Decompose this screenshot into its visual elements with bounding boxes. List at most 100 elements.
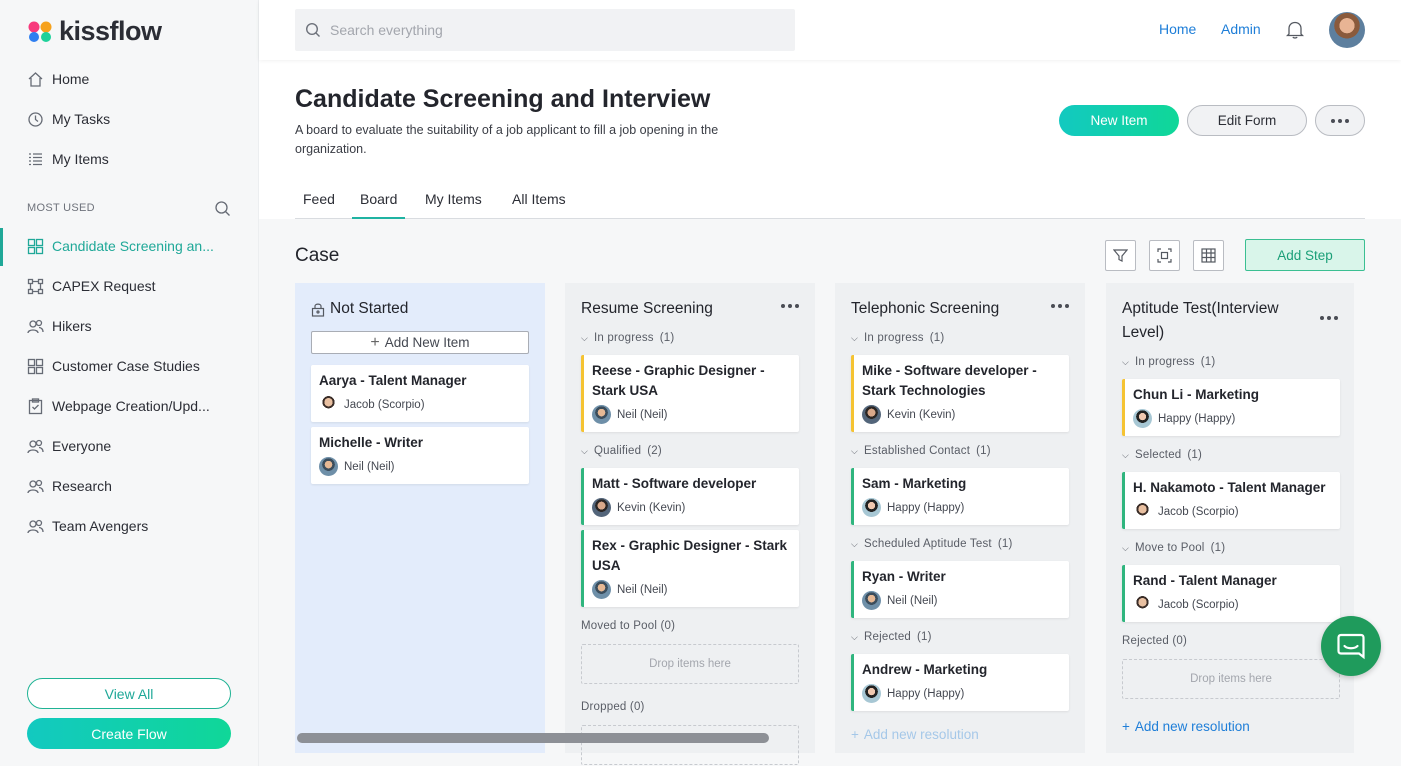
search-icon (305, 22, 320, 37)
tab-my-items[interactable]: My Items (425, 191, 482, 217)
sidebar-item-team-avengers[interactable]: Team Avengers (27, 515, 148, 537)
group-label[interactable]: ⌵ Qualified (2) (581, 445, 662, 457)
more-options-button[interactable] (1315, 105, 1365, 136)
nav-my-items[interactable]: My Items (27, 148, 109, 170)
sidebar-item-customer-case-studies[interactable]: Customer Case Studies (27, 355, 200, 377)
chat-icon (1337, 633, 1365, 660)
card-title: Rand - Talent Manager (1133, 573, 1277, 588)
add-new-item-button[interactable]: + Add New Item (311, 331, 529, 354)
group-count: (0) (1172, 635, 1188, 647)
sidebar-search-icon[interactable] (214, 200, 231, 222)
sidebar: kissflow Home My Tasks My Items MOST USE… (0, 0, 259, 766)
horizontal-scrollbar[interactable] (297, 733, 769, 743)
group-name: Scheduled Aptitude Test (864, 538, 992, 550)
clipboard-icon (28, 397, 43, 414)
sidebar-item-webpage-creation[interactable]: Webpage Creation/Upd... (27, 395, 210, 417)
edit-form-button[interactable]: Edit Form (1187, 105, 1307, 136)
top-link-admin[interactable]: Admin (1221, 21, 1261, 37)
chat-support-button[interactable] (1321, 616, 1381, 676)
add-resolution-label: Add new resolution (863, 727, 979, 742)
group-label[interactable]: ⌵ Selected (1) (1122, 449, 1202, 461)
group-name: In progress (864, 332, 924, 344)
nav-home-label: Home (52, 71, 90, 87)
top-link-home[interactable]: Home (1159, 21, 1196, 37)
users-icon (27, 439, 44, 453)
sidebar-item-research[interactable]: Research (27, 475, 112, 497)
sidebar-item-capex-request[interactable]: CAPEX Request (27, 275, 156, 297)
group-label[interactable]: ⌵ In progress (1) (581, 332, 674, 344)
focus-view-button[interactable] (1149, 240, 1180, 271)
group-label[interactable]: ⌵ Rejected (1) (851, 631, 932, 643)
chevron-down-icon: ⌵ (851, 332, 859, 343)
group-label[interactable]: ⌵ Move to Pool (1) (1122, 542, 1225, 554)
add-resolution-link[interactable]: + Add new resolution (851, 727, 979, 742)
nav-home[interactable]: Home (27, 68, 89, 90)
new-item-button[interactable]: New Item (1059, 105, 1179, 136)
assignee-avatar (862, 684, 881, 703)
column-more-icon[interactable] (1051, 304, 1069, 308)
group-label[interactable]: ⌵ In progress (1) (1122, 356, 1215, 368)
group-label[interactable]: ⌵ Scheduled Aptitude Test (1) (851, 538, 1012, 550)
users-icon (27, 319, 44, 333)
group-name: Move to Pool (1135, 542, 1205, 554)
assignee-avatar (319, 457, 338, 476)
board-card[interactable]: Rex - Graphic Designer - Stark USA Neil … (581, 530, 799, 607)
drop-zone[interactable]: Drop items here (581, 644, 799, 684)
board-card[interactable]: Ryan - Writer Neil (Neil) (851, 561, 1069, 618)
sidebar-item-hikers[interactable]: Hikers (27, 315, 92, 337)
logo[interactable]: kissflow (27, 16, 162, 47)
chevron-down-icon: ⌵ (581, 445, 589, 456)
assignee-name: Kevin (Kevin) (617, 501, 686, 514)
board-card[interactable]: Matt - Software developer Kevin (Kevin) (581, 468, 799, 525)
column-title: Resume Screening (581, 300, 713, 317)
group-label[interactable]: ⌵ In progress (1) (851, 332, 944, 344)
sidebar-item-everyone[interactable]: Everyone (27, 435, 111, 457)
add-resolution-link[interactable]: + Add new resolution (1122, 719, 1250, 734)
column-not-started: Not Started + Add New Item Aarya - Talen… (295, 283, 545, 753)
tab-board[interactable]: Board (352, 191, 406, 220)
chevron-down-icon: ⌵ (851, 631, 859, 642)
view-all-button[interactable]: View All (27, 678, 231, 709)
global-search[interactable] (295, 9, 795, 51)
nav-my-tasks[interactable]: My Tasks (27, 108, 110, 130)
user-avatar[interactable] (1329, 12, 1365, 48)
assignee-name: Neil (Neil) (344, 460, 395, 473)
board-card[interactable]: Reese - Graphic Designer - Stark USA Nei… (581, 355, 799, 432)
search-input[interactable] (330, 22, 770, 38)
tab-all-items[interactable]: All Items (512, 191, 566, 217)
group-count: (1) (917, 631, 932, 643)
column-more-icon[interactable] (781, 304, 799, 308)
clock-icon (28, 111, 43, 127)
lock-icon (311, 303, 325, 317)
tab-feed[interactable]: Feed (303, 191, 335, 217)
board-card[interactable]: Michelle - Writer Neil (Neil) (311, 427, 529, 484)
page-description: A board to evaluate the suitability of a… (295, 123, 719, 156)
group-count: (2) (647, 445, 662, 457)
assignee-avatar (319, 395, 338, 414)
logo-text: kissflow (59, 16, 162, 46)
drop-zone[interactable] (581, 725, 799, 765)
board-card[interactable]: Chun Li - Marketing Happy (Happy) (1122, 379, 1340, 436)
group-label[interactable]: ⌵ Established Contact (1) (851, 445, 991, 457)
add-step-button[interactable]: Add Step (1245, 239, 1365, 271)
group-name: Established Contact (864, 445, 971, 457)
drop-zone[interactable]: Drop items here (1122, 659, 1340, 699)
create-flow-button[interactable]: Create Flow (27, 718, 231, 749)
board-card[interactable]: Andrew - Marketing Happy (Happy) (851, 654, 1069, 711)
board-card[interactable]: Rand - Talent Manager Jacob (Scorpio) (1122, 565, 1340, 622)
table-view-button[interactable] (1193, 240, 1224, 271)
sidebar-item-candidate-screening[interactable]: Candidate Screening an... (27, 235, 214, 257)
assignee-name: Happy (Happy) (887, 687, 965, 700)
board-card[interactable]: Aarya - Talent Manager Jacob (Scorpio) (311, 365, 529, 422)
filter-button[interactable] (1105, 240, 1136, 271)
group-count: (1) (929, 332, 945, 344)
column-more-icon[interactable] (1320, 316, 1338, 320)
bell-icon[interactable] (1285, 20, 1305, 45)
assignee-avatar (862, 591, 881, 610)
column-title: Telephonic Screening (851, 300, 1000, 317)
card-assignee: Happy (Happy) (854, 680, 1069, 711)
sidebar-item-label: Webpage Creation/Upd... (52, 398, 210, 414)
board-card[interactable]: Sam - Marketing Happy (Happy) (851, 468, 1069, 525)
board-card[interactable]: Mike - Software developer - Stark Techno… (851, 355, 1069, 432)
board-card[interactable]: H. Nakamoto - Talent Manager Jacob (Scor… (1122, 472, 1340, 529)
